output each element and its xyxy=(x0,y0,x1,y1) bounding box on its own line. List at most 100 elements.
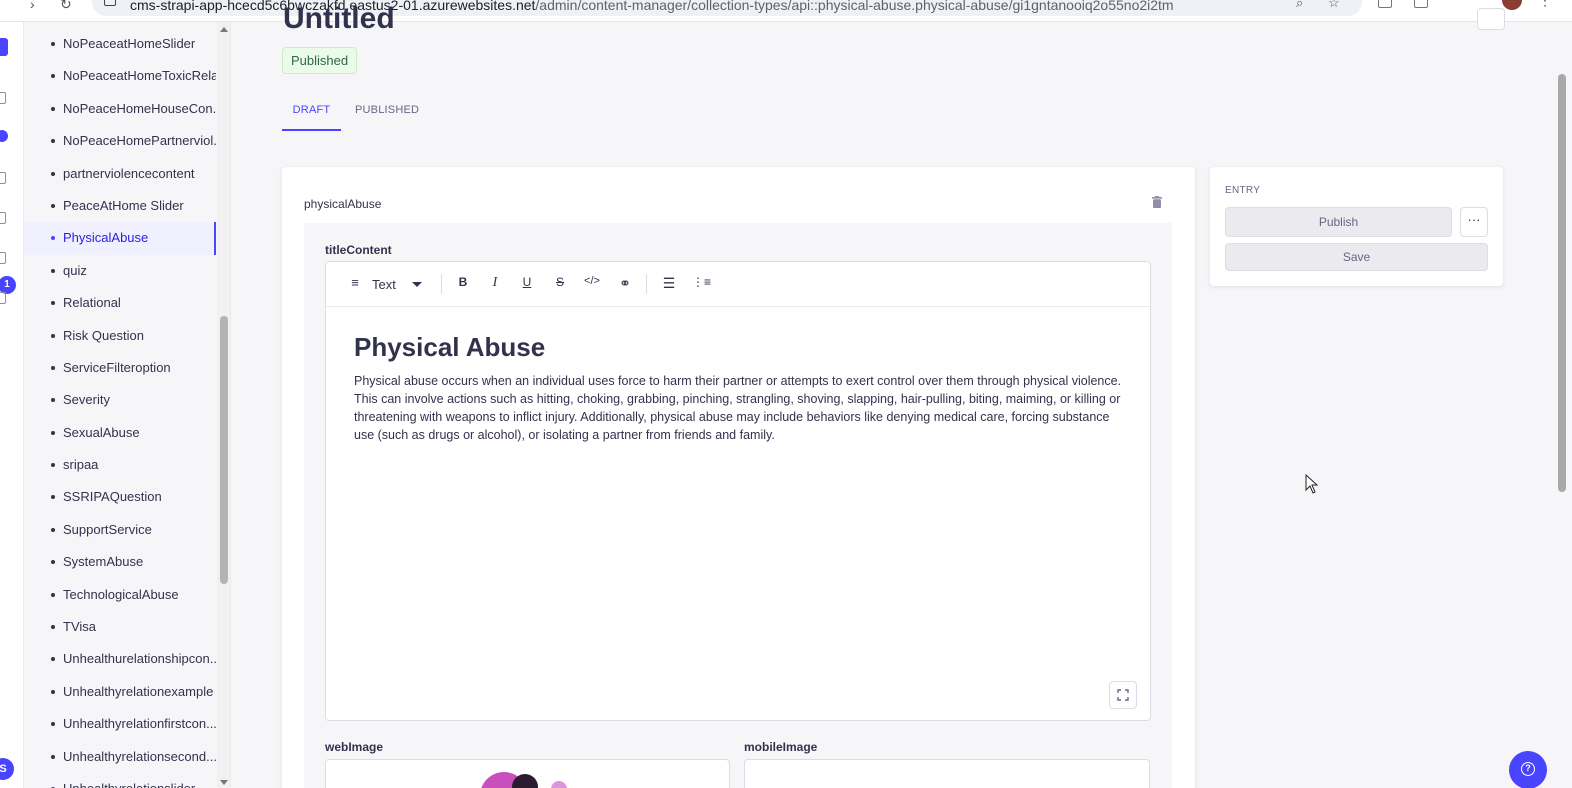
more-actions-button[interactable]: ··· xyxy=(1460,207,1488,237)
sidebar-item-label: SexualAbuse xyxy=(63,424,140,440)
sidebar-item-unhealthurelationshipcon[interactable]: Unhealthurelationshipcon... xyxy=(24,643,216,675)
search-icon[interactable]: ⌕ xyxy=(1296,0,1303,11)
strikethrough-icon[interactable]: S xyxy=(551,275,569,289)
bullet-icon xyxy=(51,268,55,273)
chevron-down-icon[interactable] xyxy=(412,282,422,287)
publish-button[interactable]: Publish xyxy=(1225,207,1452,237)
sidebar-item-systemabuse[interactable]: SystemAbuse xyxy=(24,546,216,578)
sidebar-item-partnerviolencecontent[interactable]: partnerviolencecontent xyxy=(24,158,216,190)
sidebar-item-physicalabuse[interactable]: PhysicalAbuse xyxy=(24,222,216,255)
sidebar-item-label: Severity xyxy=(63,392,110,408)
scroll-down-arrow-icon[interactable] xyxy=(220,780,228,785)
trash-icon[interactable] xyxy=(1152,196,1162,208)
sidebar-item-quiz[interactable]: quiz xyxy=(24,255,216,287)
main-scrollbar[interactable] xyxy=(1554,22,1572,788)
save-button[interactable]: Save xyxy=(1225,243,1488,271)
editor-heading[interactable]: Physical Abuse xyxy=(354,332,545,363)
help-button[interactable]: ? xyxy=(1509,751,1547,788)
sidebar-item-sripaa[interactable]: sripaa xyxy=(24,449,216,481)
edit-view: Untitled Published DRAFT PUBLISHED physi… xyxy=(231,2,1572,788)
sidebar-item-supportservice[interactable]: SupportService xyxy=(24,514,216,546)
sidebar-item-unhealthyrelationsecond[interactable]: Unhealthyrelationsecond... xyxy=(24,741,216,773)
marketplace-icon[interactable] xyxy=(0,252,6,264)
user-avatar[interactable]: S xyxy=(0,758,14,780)
tab-draft[interactable]: DRAFT xyxy=(282,98,341,131)
sidenav-scroll-thumb[interactable] xyxy=(220,316,228,584)
browser-toolbar: › ↻ cms-strapi-app-hcecd5c6bwczakfd.east… xyxy=(0,0,1572,22)
web-image-preview xyxy=(481,772,567,788)
title-content-label: titleContent xyxy=(325,243,392,257)
editor-paragraph[interactable]: Physical abuse occurs when an individual… xyxy=(354,372,1124,444)
bulleted-list-icon[interactable]: ☰ xyxy=(660,275,678,292)
sidebar-item-unhealthyrelationexample[interactable]: Unhealthyrelationexample xyxy=(24,676,216,708)
site-info-icon[interactable] xyxy=(104,0,116,6)
profile-avatar[interactable] xyxy=(1502,0,1522,10)
sidebar-item-sexualabuse[interactable]: SexualAbuse xyxy=(24,417,216,449)
bold-icon[interactable]: B xyxy=(454,275,472,289)
settings-icon[interactable] xyxy=(0,292,6,304)
italic-icon[interactable]: I xyxy=(486,275,504,291)
bullet-icon xyxy=(51,430,55,435)
sidebar-item-label: quiz xyxy=(63,262,87,278)
scroll-up-arrow-icon[interactable] xyxy=(220,27,228,32)
sidebar-item-unhealthyrelationfirstcon[interactable]: Unhealthyrelationfirstcon... xyxy=(24,708,216,740)
home-icon[interactable] xyxy=(0,92,6,104)
forward-icon[interactable]: › xyxy=(30,0,35,12)
strapi-logo-icon[interactable] xyxy=(0,38,8,56)
bullet-icon xyxy=(51,74,55,79)
sidenav-scrollbar[interactable] xyxy=(217,22,230,788)
sidebar-item-risk-question[interactable]: Risk Question xyxy=(24,320,216,352)
rich-text-editor[interactable]: ≡ Text B I U S </> ⚭ ☰ ⋮≡ Physical Abuse… xyxy=(325,261,1151,721)
extension-icon[interactable] xyxy=(1378,0,1392,8)
code-icon[interactable]: </> xyxy=(583,275,601,287)
sidebar-item-ssripaquestion[interactable]: SSRIPAQuestion xyxy=(24,481,216,513)
sidebar-item-nopeaceathometoxicrela[interactable]: NoPeaceatHomeToxicRela... xyxy=(24,60,216,92)
bullet-icon xyxy=(51,625,55,630)
bullet-icon xyxy=(51,139,55,144)
bullet-icon xyxy=(51,463,55,468)
underline-icon[interactable]: U xyxy=(518,275,536,289)
browser-menu-icon[interactable]: ⋮ xyxy=(1538,0,1552,9)
mobile-image-label: mobileImage xyxy=(744,740,818,754)
web-image-label: webImage xyxy=(325,740,384,754)
bullet-icon xyxy=(51,42,55,46)
sidebar-item-nopeacehomepartnerviol[interactable]: NoPeaceHomePartnerviol... xyxy=(24,125,216,157)
content-type-builder-icon[interactable] xyxy=(0,172,6,184)
expand-editor-button[interactable] xyxy=(1109,681,1137,709)
page-title: Untitled xyxy=(283,2,395,35)
bullet-icon xyxy=(51,203,55,208)
content-manager-icon[interactable] xyxy=(0,130,8,142)
sidebar-item-servicefilteroption[interactable]: ServiceFilteroption xyxy=(24,352,216,384)
component-name: physicalAbuse xyxy=(304,197,382,211)
bullet-icon xyxy=(51,236,55,241)
numbered-list-icon[interactable]: ⋮≡ xyxy=(692,275,711,289)
entry-panel: ENTRY Publish ··· Save xyxy=(1210,167,1503,286)
sidebar-item-severity[interactable]: Severity xyxy=(24,384,216,416)
bullet-icon xyxy=(51,171,55,176)
download-icon[interactable] xyxy=(1414,0,1428,8)
link-icon[interactable]: ⚭ xyxy=(616,275,634,292)
sidebar-item-nopeaceathomeslider[interactable]: NoPeaceatHomeSlider xyxy=(24,28,216,60)
sidebar-item-relational[interactable]: Relational xyxy=(24,287,216,319)
tab-published[interactable]: PUBLISHED xyxy=(355,98,419,131)
sidebar-item-label: Unhealthyrelationsecond... xyxy=(63,748,216,764)
sidebar-item-unhealthyrelationslider[interactable]: Unhealthyrelationslider xyxy=(24,773,216,788)
sidebar-item-label: sripaa xyxy=(63,457,99,473)
mobile-image-dropzone[interactable] xyxy=(744,759,1150,788)
block-type-select[interactable]: Text xyxy=(372,277,396,292)
collection-types-nav: NoPeaceatHomeSlider NoPeaceatHomeToxicRel… xyxy=(24,22,231,788)
web-image-dropzone[interactable] xyxy=(325,759,730,788)
sidebar-item-label: Unhealthurelationshipcon... xyxy=(63,651,216,667)
sidebar-item-label: Unhealthyrelationfirstcon... xyxy=(63,716,216,732)
header-action-button[interactable] xyxy=(1477,8,1505,30)
main-scroll-thumb[interactable] xyxy=(1558,74,1566,492)
sidebar-item-tvisa[interactable]: TVisa xyxy=(24,611,216,643)
sidebar-item-label: NoPeaceatHomeToxicRela... xyxy=(63,68,216,84)
sidebar-item-peaceathome-slider[interactable]: PeaceAtHome Slider xyxy=(24,190,216,222)
reload-icon[interactable]: ↻ xyxy=(60,0,72,13)
sidebar-item-nopeacehomehousecon[interactable]: NoPeaceHomeHouseCon... xyxy=(24,93,216,125)
status-badge: Published xyxy=(282,47,358,74)
bookmark-star-icon[interactable]: ☆ xyxy=(1328,0,1340,11)
sidebar-item-technologicalabuse[interactable]: TechnologicalAbuse xyxy=(24,579,216,611)
media-library-icon[interactable] xyxy=(0,212,6,224)
